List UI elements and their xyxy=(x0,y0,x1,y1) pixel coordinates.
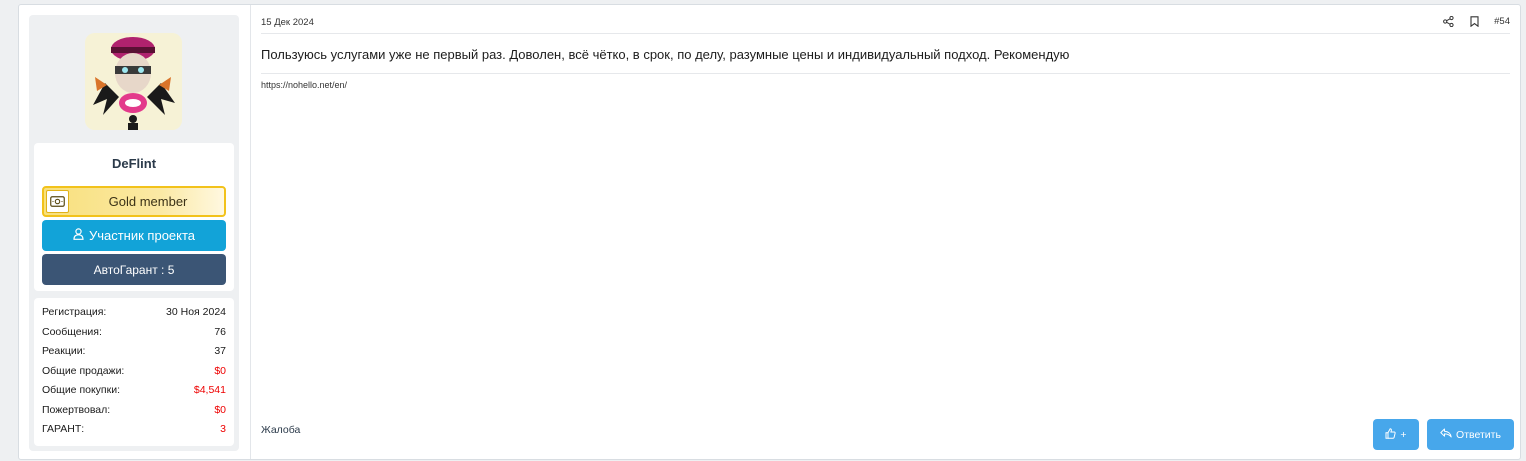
stat-value: 3 xyxy=(220,423,226,435)
stat-row: Регистрация: 30 Ноя 2024 xyxy=(42,306,226,326)
reply-button[interactable]: Ответить xyxy=(1427,419,1514,450)
money-icon xyxy=(46,190,69,213)
stat-value: $0 xyxy=(214,364,226,377)
signature-divider xyxy=(261,73,1510,74)
post-message: Пользуюсь услугами уже не первый раз. До… xyxy=(261,47,1070,62)
stat-value[interactable]: 76 xyxy=(214,326,226,346)
username[interactable]: DeFlint xyxy=(34,156,234,171)
stat-row: ГАРАНТ: 3 xyxy=(42,423,226,443)
stat-label: Общие покупки: xyxy=(42,384,120,396)
post-actions: #54 xyxy=(1442,15,1510,27)
forum-post: DeFlint Gold member Участник проекта Авт… xyxy=(18,4,1521,460)
share-icon[interactable] xyxy=(1442,15,1454,27)
stat-value: 30 Ноя 2024 xyxy=(166,306,226,318)
member-label: Участник проекта xyxy=(88,228,196,243)
like-label: + xyxy=(1400,428,1407,441)
reply-label: Ответить xyxy=(1456,428,1501,441)
stat-row: Пожертвовал: $0 xyxy=(42,404,226,424)
user-info-box: DeFlint Gold member Участник проекта Авт… xyxy=(34,143,234,291)
post-number[interactable]: #54 xyxy=(1494,16,1510,27)
stat-label: ГАРАНТ: xyxy=(42,423,85,435)
like-button[interactable]: + xyxy=(1373,419,1419,450)
report-link[interactable]: Жалоба xyxy=(261,424,300,436)
user-icon xyxy=(73,228,84,243)
stat-row: Реакции: 37 xyxy=(42,345,226,365)
user-stats: Регистрация: 30 Ноя 2024 Сообщения: 76 Р… xyxy=(34,298,234,446)
thumbs-up-icon xyxy=(1385,427,1397,442)
stat-label: Сообщения: xyxy=(42,325,102,338)
stat-row: Общие покупки: $4,541 xyxy=(42,384,226,404)
stat-row: Общие продажи: $0 xyxy=(42,365,226,385)
member-banner: Участник проекта xyxy=(42,220,226,251)
stat-label: Реакции: xyxy=(42,345,86,357)
post-date[interactable]: 15 Дек 2024 xyxy=(261,17,314,28)
avatar-image xyxy=(85,33,182,130)
stat-label: Общие продажи: xyxy=(42,364,125,377)
stat-row: Сообщения: 76 xyxy=(42,326,226,346)
avatar[interactable] xyxy=(85,33,182,130)
signature-link[interactable]: https://nohello.net/en/ xyxy=(261,80,347,90)
stat-value: $0 xyxy=(214,403,226,416)
stat-label: Регистрация: xyxy=(42,306,107,318)
autoguarant-label: АвтоГарант : 5 xyxy=(93,262,175,277)
gold-member-label: Gold member xyxy=(108,194,188,209)
gold-member-banner: Gold member xyxy=(42,186,226,217)
post-main: 15 Дек 2024 #54 Пользуюсь услугами уже н… xyxy=(250,5,1520,459)
stat-label: Пожертвовал: xyxy=(42,403,111,416)
divider xyxy=(261,33,1510,34)
stat-value: 37 xyxy=(214,345,226,357)
user-panel: DeFlint Gold member Участник проекта Авт… xyxy=(29,15,239,451)
autoguarant-banner[interactable]: АвтоГарант : 5 xyxy=(42,254,226,285)
reply-icon xyxy=(1440,428,1452,441)
stat-value: $4,541 xyxy=(193,384,226,396)
bookmark-icon[interactable] xyxy=(1468,15,1480,27)
